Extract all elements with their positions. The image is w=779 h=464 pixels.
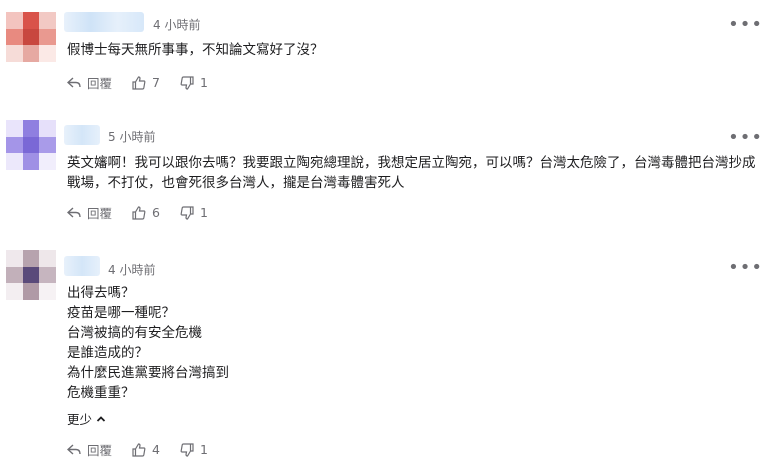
- show-less-label: 更少: [67, 412, 93, 427]
- like-button[interactable]: 6: [132, 205, 160, 220]
- timestamp: 5 小時前: [108, 130, 156, 144]
- timestamp: 4 小時前: [153, 18, 201, 32]
- thumbs-up-icon: [132, 442, 146, 457]
- avatar[interactable]: [6, 120, 56, 170]
- dislike-button[interactable]: 1: [180, 205, 208, 220]
- username-blurred[interactable]: [64, 256, 100, 276]
- comment-actions: 回覆 4 1: [67, 440, 228, 459]
- username-blurred[interactable]: [64, 12, 144, 32]
- comment-actions: 回覆 7 1: [67, 73, 228, 92]
- reply-icon: [67, 206, 81, 218]
- reply-button[interactable]: 回覆: [67, 203, 112, 222]
- more-options-icon[interactable]: •••: [728, 129, 763, 147]
- dislike-count: 1: [199, 442, 208, 457]
- dislike-button[interactable]: 1: [180, 75, 208, 90]
- avatar[interactable]: [6, 12, 56, 62]
- comment-text: 出得去嗎？ 疫苗是哪一種呢？ 台灣被搞的有安全危機 是誰造成的？ 為什麼民進黨要…: [67, 285, 229, 401]
- like-count: 6: [152, 205, 160, 220]
- like-button[interactable]: 7: [132, 75, 160, 90]
- more-options-icon[interactable]: •••: [728, 259, 763, 277]
- comment-text: 假博士每天無所事事，不知論文寫好了沒？: [67, 42, 324, 58]
- more-options-icon[interactable]: •••: [728, 16, 763, 34]
- reply-icon: [67, 443, 81, 455]
- dislike-count: 1: [199, 205, 208, 220]
- reply-button[interactable]: 回覆: [67, 73, 112, 92]
- dislike-count: 1: [199, 75, 208, 90]
- chevron-up-icon: [96, 415, 106, 422]
- comment-text: 英文嬸啊！我可以跟你去嗎？我要跟立陶宛總理說，我想定居立陶宛，可以嗎？台灣太危險…: [67, 155, 756, 191]
- reply-label: 回覆: [87, 206, 113, 221]
- thumbs-down-icon: [180, 205, 194, 220]
- comment-actions: 回覆 6 1: [67, 203, 228, 222]
- avatar[interactable]: [6, 250, 56, 300]
- timestamp: 4 小時前: [108, 263, 156, 277]
- reply-label: 回覆: [87, 76, 113, 91]
- thumbs-up-icon: [132, 75, 146, 90]
- thumbs-down-icon: [180, 442, 194, 457]
- like-button[interactable]: 4: [132, 442, 160, 457]
- reply-label: 回覆: [87, 443, 113, 458]
- dislike-button[interactable]: 1: [180, 442, 208, 457]
- like-count: 4: [152, 442, 160, 457]
- username-blurred[interactable]: [64, 125, 100, 145]
- show-less-button[interactable]: 更少: [67, 409, 106, 428]
- thumbs-down-icon: [180, 75, 194, 90]
- reply-button[interactable]: 回覆: [67, 440, 112, 459]
- reply-icon: [67, 76, 81, 88]
- like-count: 7: [152, 75, 160, 90]
- thumbs-up-icon: [132, 205, 146, 220]
